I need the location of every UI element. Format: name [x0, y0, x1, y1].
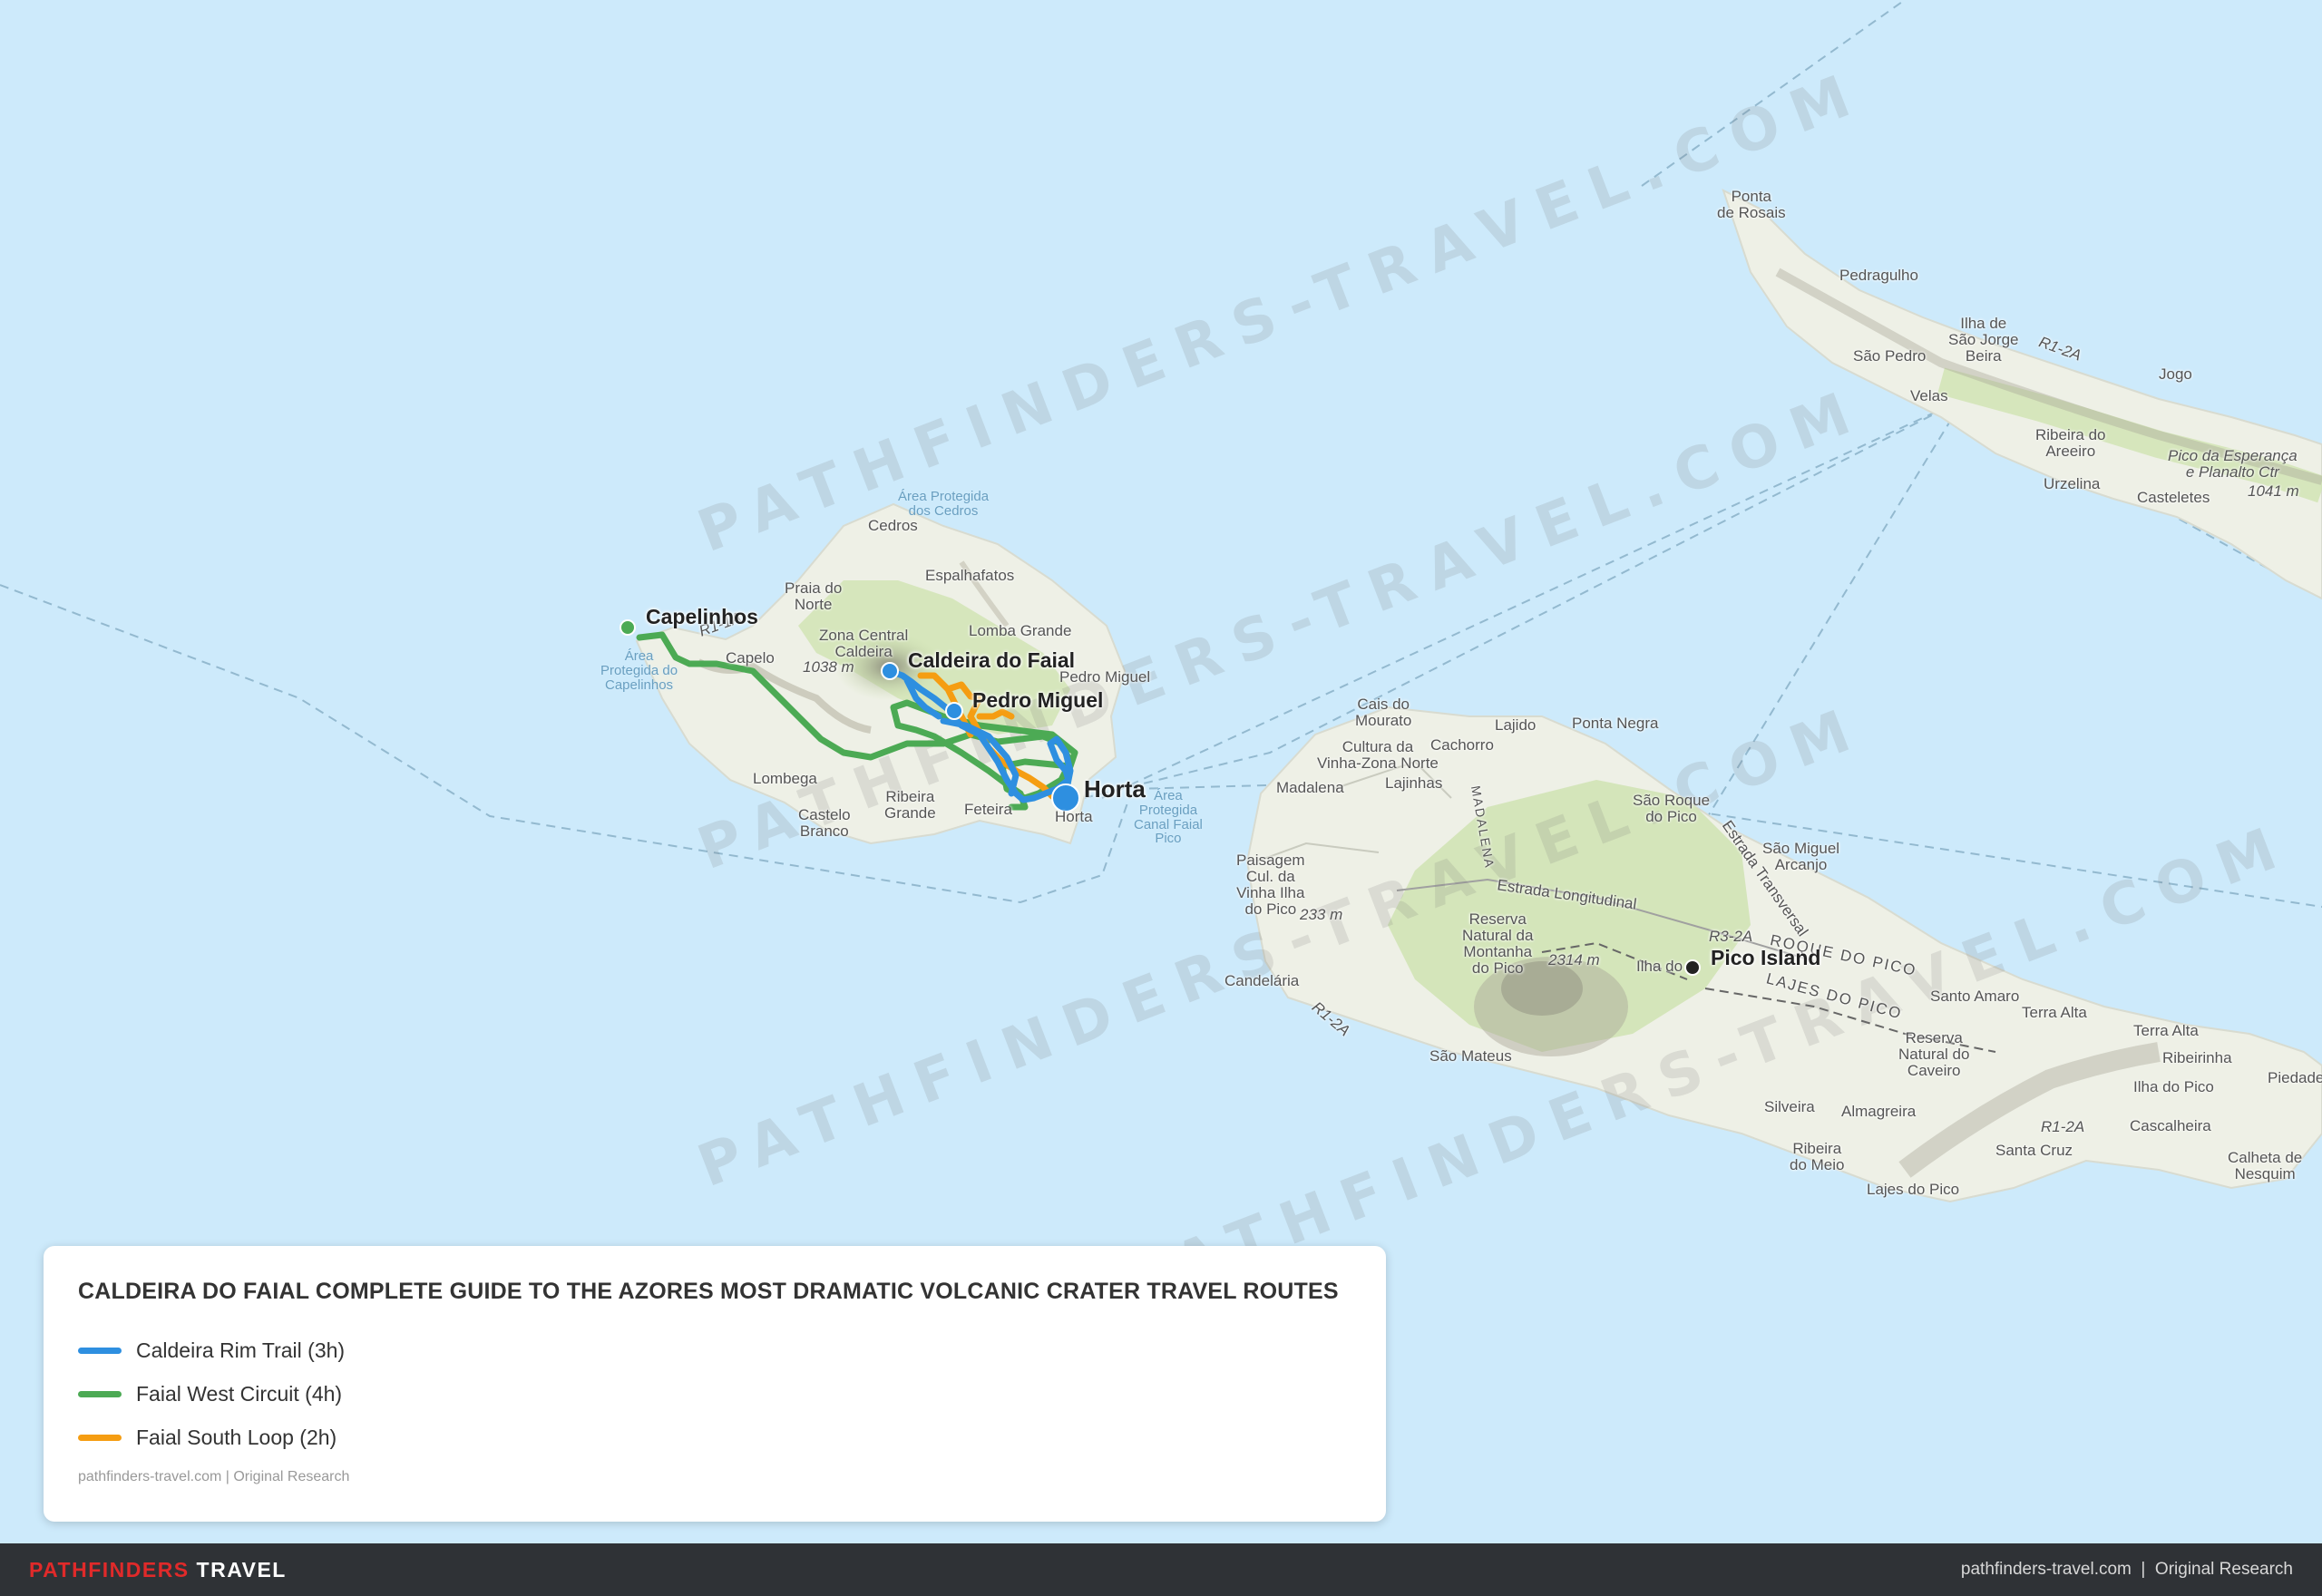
brand-text-white: TRAVEL — [196, 1558, 287, 1581]
place-label: Casteletes — [2137, 489, 2210, 506]
place-label: Cachorro — [1430, 736, 1494, 754]
place-label: Candelária — [1224, 972, 1300, 989]
legend-label: Faial South Loop (2h) — [136, 1425, 337, 1449]
place-label: Velas — [1910, 387, 1948, 404]
place-label: Ilha do Pico — [2133, 1078, 2214, 1095]
place-label: Cultura da Vinha-Zona Norte — [1317, 738, 1439, 772]
place-label: Reserva Natural do Caveiro — [1898, 1029, 1970, 1079]
legend-label: Caldeira Rim Trail (3h) — [136, 1338, 346, 1362]
marker-label-caldeira[interactable]: Caldeira do Faial — [908, 648, 1075, 673]
place-label: Feteira — [964, 801, 1012, 818]
place-label: Horta — [1055, 808, 1093, 825]
place-label: Silveira — [1764, 1098, 1815, 1115]
place-label: Madalena — [1276, 779, 1344, 796]
place-label: Ilha de São Jorge Beira — [1948, 315, 2019, 365]
place-label: Ilha do — [1636, 958, 1683, 975]
place-label: Cais do Mourato — [1355, 696, 1412, 729]
place-label: Terra Alta — [2133, 1022, 2199, 1039]
place-label: Ribeirinha — [2162, 1049, 2232, 1066]
pedro-miguel-marker — [945, 702, 963, 720]
place-label: R1-2A — [2041, 1118, 2085, 1135]
place-label: Pedragulho — [1839, 267, 1918, 284]
place-label: Espalhafatos — [925, 567, 1015, 584]
place-label: Ribeira do Meio — [1790, 1140, 1845, 1173]
place-label: Ponta Negra — [1572, 715, 1659, 732]
place-label: Pico da Esperança e Planalto Ctr — [2168, 447, 2298, 481]
place-label: Capelo — [726, 649, 775, 667]
brand-logo[interactable]: PATHFINDERS TRAVEL — [29, 1558, 287, 1582]
place-label: Almagreira — [1841, 1103, 1917, 1120]
place-label: Lajinhas — [1385, 774, 1443, 792]
place-label: Cedros — [868, 517, 918, 534]
legend-swatch — [78, 1347, 122, 1354]
capelinhos-marker — [620, 619, 636, 636]
caldeira-marker — [881, 662, 899, 680]
marker-label-horta[interactable]: Horta — [1084, 775, 1146, 803]
place-label: Piedade — [2268, 1069, 2322, 1086]
place-label: Lomba Grande — [969, 622, 1072, 639]
place-label: Ribeira Grande — [884, 788, 936, 822]
footer-bar: PATHFINDERS TRAVEL pathfinders-travel.co… — [0, 1543, 2322, 1596]
legend-swatch — [78, 1390, 122, 1397]
place-label: Praia do Norte — [785, 579, 843, 613]
place-label: 2314 m — [1548, 951, 1600, 968]
place-label: 233 m — [1300, 906, 1343, 923]
place-label: Reserva Natural da Montanha do Pico — [1462, 910, 1534, 977]
marker-label-pico-island[interactable]: Pico Island — [1711, 946, 1820, 970]
place-label: Área Protegida dos Cedros — [898, 489, 990, 519]
marker-label-capelinhos[interactable]: Capelinhos — [646, 605, 758, 629]
place-label: Castelo Branco — [798, 806, 851, 840]
legend-credit: pathfinders-travel.com | Original Resear… — [78, 1469, 350, 1484]
legend-panel: CALDEIRA DO FAIAL COMPLETE GUIDE TO THE … — [44, 1246, 1386, 1522]
place-label: R3-2A — [1709, 928, 1753, 945]
place-label: Calheta de Nesquim — [2228, 1149, 2303, 1182]
place-label: Santa Cruz — [1995, 1142, 2073, 1159]
place-label: Lajes do Pico — [1867, 1181, 1960, 1198]
place-label: Ribeira do Areeiro — [2035, 426, 2106, 460]
legend-label: Faial West Circuit (4h) — [136, 1381, 343, 1406]
legend-swatch — [78, 1434, 122, 1441]
place-label: Paisagem Cul. da Vinha Ilha do Pico — [1236, 852, 1305, 918]
place-label: Zona Central Caldeira — [819, 627, 909, 660]
place-label: 1041 m — [2248, 482, 2299, 500]
legend-item-faial-south-loop[interactable]: Faial South Loop (2h) — [78, 1424, 337, 1451]
place-label: 1038 m — [803, 658, 854, 676]
legend-item-faial-west-circuit[interactable]: Faial West Circuit (4h) — [78, 1380, 342, 1407]
place-label: Área Protegida do Capelinhos — [600, 648, 678, 693]
place-label: Lajido — [1495, 716, 1537, 734]
place-label: Terra Alta — [2022, 1004, 2087, 1021]
place-label: São Roque do Pico — [1633, 792, 1711, 825]
brand-text-red: PATHFINDERS — [29, 1558, 190, 1581]
place-label: Santo Amaro — [1930, 988, 2020, 1005]
place-label: Cascalheira — [2130, 1117, 2211, 1134]
place-label: Lombega — [753, 770, 817, 787]
place-label: São Mateus — [1429, 1047, 1512, 1065]
legend-title: CALDEIRA DO FAIAL COMPLETE GUIDE TO THE … — [78, 1279, 1339, 1304]
footer-credit: pathfinders-travel.com | Original Resear… — [1960, 1560, 2293, 1579]
place-label: Ponta de Rosais — [1717, 188, 1786, 221]
place-label: São Miguel Arcanjo — [1762, 840, 1840, 873]
place-label: São Pedro — [1853, 347, 1927, 365]
place-label: Jogo — [2159, 365, 2192, 383]
legend-item-caldeira-rim-trail[interactable]: Caldeira Rim Trail (3h) — [78, 1337, 345, 1364]
marker-label-pedro-miguel[interactable]: Pedro Miguel — [972, 688, 1103, 713]
place-label: Urzelina — [2044, 475, 2101, 492]
pico-island-marker — [1684, 959, 1701, 976]
